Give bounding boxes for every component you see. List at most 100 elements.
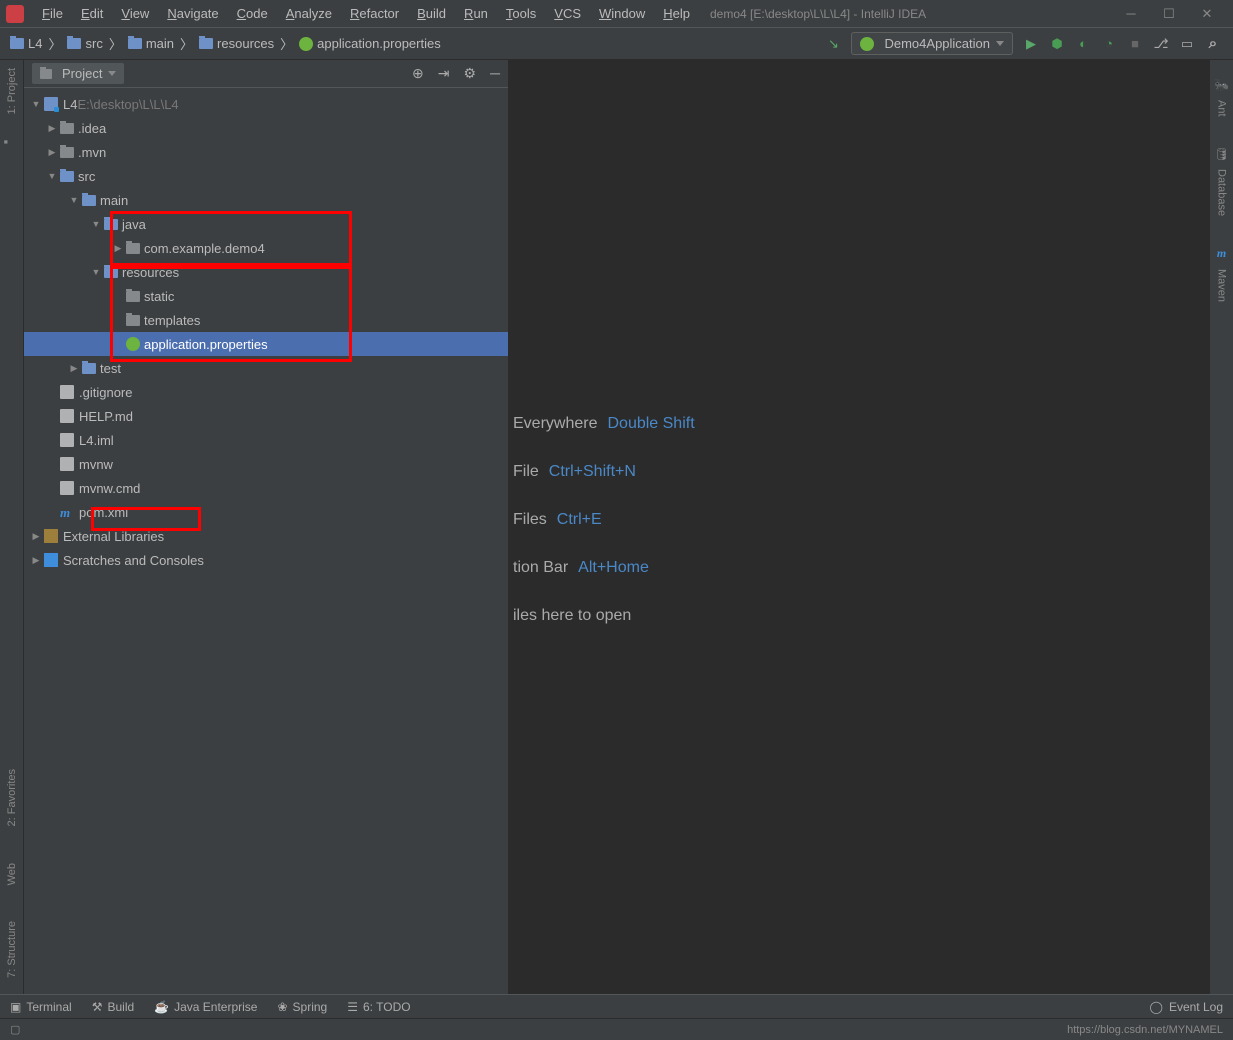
- gutter-project[interactable]: 1: Project: [6, 68, 18, 114]
- tree-item-mvnw-cmd[interactable]: mvnw.cmd: [24, 476, 508, 500]
- menu-file[interactable]: File: [34, 2, 71, 25]
- statusbar-Java-Enterprise[interactable]: ☕Java Enterprise: [154, 1000, 257, 1014]
- hide-icon[interactable]: ─: [490, 65, 500, 82]
- menu-navigate[interactable]: Navigate: [159, 2, 226, 25]
- arrow-icon[interactable]: [46, 386, 58, 398]
- crumb-L4[interactable]: L4: [6, 34, 46, 53]
- tree-item-L4-iml[interactable]: L4.iml: [24, 428, 508, 452]
- gutter-maven[interactable]: Maven: [1216, 269, 1228, 302]
- gutter-favorites[interactable]: 2: Favorites: [6, 769, 18, 826]
- menu-refactor[interactable]: Refactor: [342, 2, 407, 25]
- arrow-icon[interactable]: [46, 434, 58, 446]
- arrow-icon[interactable]: [46, 410, 58, 422]
- crumb-src[interactable]: src: [63, 34, 106, 53]
- tree-item-External-Libraries[interactable]: External Libraries: [24, 524, 508, 548]
- locate-icon[interactable]: ⊕: [412, 65, 424, 82]
- menu-run[interactable]: Run: [456, 2, 496, 25]
- statusbar-6-TODO[interactable]: ☰6: TODO: [347, 1000, 410, 1014]
- welcome-hint: EverywhereDouble Shift: [513, 407, 695, 441]
- arrow-icon[interactable]: [112, 338, 124, 350]
- tree-item-java[interactable]: java: [24, 212, 508, 236]
- menu-window[interactable]: Window: [591, 2, 653, 25]
- panel-title[interactable]: Project: [32, 63, 124, 84]
- run-config-label: Demo4Application: [884, 36, 990, 51]
- menu-vcs[interactable]: VCS: [546, 2, 589, 25]
- tree-item-main[interactable]: main: [24, 188, 508, 212]
- tree-item-pom-xml[interactable]: mpom.xml: [24, 500, 508, 524]
- vcs-icon[interactable]: ⎇: [1153, 36, 1169, 52]
- arrow-icon[interactable]: [90, 218, 102, 230]
- tree-item--gitignore[interactable]: .gitignore: [24, 380, 508, 404]
- gutter-database[interactable]: Database: [1216, 169, 1228, 216]
- tree-item-test[interactable]: test: [24, 356, 508, 380]
- statusbar-Spring[interactable]: ❀Spring: [277, 1000, 327, 1014]
- menu-help[interactable]: Help: [655, 2, 698, 25]
- menu-view[interactable]: View: [113, 2, 157, 25]
- tree-item-templates[interactable]: templates: [24, 308, 508, 332]
- arrow-icon[interactable]: [30, 98, 42, 110]
- run-coverage-button[interactable]: ◐: [1075, 36, 1091, 52]
- arrow-icon[interactable]: [68, 362, 80, 374]
- stop-button[interactable]: ■: [1127, 36, 1143, 52]
- tree-item-static[interactable]: static: [24, 284, 508, 308]
- crumb-resources[interactable]: resources: [195, 34, 278, 53]
- menu-tools[interactable]: Tools: [498, 2, 544, 25]
- tree-item--idea[interactable]: .idea: [24, 116, 508, 140]
- tree-item-com-example-demo4[interactable]: com.example.demo4: [24, 236, 508, 260]
- arrow-icon[interactable]: [46, 122, 58, 134]
- crumb-main[interactable]: main: [124, 34, 178, 53]
- module-icon: [10, 38, 24, 49]
- maven-icon: m: [1217, 246, 1226, 261]
- arrow-icon[interactable]: [46, 170, 58, 182]
- arrow-icon[interactable]: [30, 554, 42, 566]
- event-log[interactable]: ◯ Event Log: [1150, 1000, 1223, 1014]
- menu-edit[interactable]: Edit: [73, 2, 111, 25]
- collapse-icon[interactable]: ⇥: [438, 65, 450, 82]
- statusbar-Terminal[interactable]: ▣Terminal: [10, 1000, 72, 1014]
- run-config-dropdown[interactable]: Demo4Application: [851, 32, 1013, 55]
- scratch-icon: [44, 553, 58, 567]
- tree-item-src[interactable]: src: [24, 164, 508, 188]
- run-button[interactable]: ▶: [1023, 36, 1039, 52]
- arrow-icon[interactable]: [46, 506, 58, 518]
- arrow-icon[interactable]: [68, 194, 80, 206]
- project-tree[interactable]: L4 E:\desktop\L\L\L4.idea.mvnsrcmainjava…: [24, 88, 508, 994]
- crumb-application-properties[interactable]: application.properties: [295, 34, 445, 53]
- tree-item--mvn[interactable]: .mvn: [24, 140, 508, 164]
- statusbar-Build[interactable]: ⚒Build: [92, 1000, 134, 1014]
- close-button[interactable]: ✕: [1195, 2, 1219, 26]
- file-icon: [60, 481, 74, 495]
- ide-layout-icon[interactable]: ▭: [1179, 36, 1195, 52]
- arrow-icon[interactable]: [112, 290, 124, 302]
- menu-build[interactable]: Build: [409, 2, 454, 25]
- arrow-icon[interactable]: [46, 482, 58, 494]
- tree-item-HELP-md[interactable]: HELP.md: [24, 404, 508, 428]
- gutter-web[interactable]: Web: [6, 863, 18, 885]
- minimize-button[interactable]: ─: [1119, 2, 1143, 26]
- search-icon[interactable]: ⌕: [1205, 36, 1221, 52]
- arrow-icon[interactable]: [112, 314, 124, 326]
- arrow-icon[interactable]: [30, 530, 42, 542]
- tree-item-L4[interactable]: L4 E:\desktop\L\L\L4: [24, 92, 508, 116]
- tree-item-application-properties[interactable]: application.properties: [24, 332, 508, 356]
- spring-icon: [299, 37, 313, 51]
- menu-code[interactable]: Code: [229, 2, 276, 25]
- tree-item-resources[interactable]: resources: [24, 260, 508, 284]
- right-gutter: 🐜 Ant 🛢 Database m Maven: [1209, 60, 1233, 994]
- build-icon[interactable]: ↘: [825, 36, 841, 52]
- arrow-icon[interactable]: [46, 458, 58, 470]
- tree-item-mvnw[interactable]: mvnw: [24, 452, 508, 476]
- tree-item-Scratches-and-Consoles[interactable]: Scratches and Consoles: [24, 548, 508, 572]
- debug-button[interactable]: ⬢: [1049, 36, 1065, 52]
- arrow-icon[interactable]: [46, 146, 58, 158]
- gutter-structure[interactable]: 7: Structure: [6, 921, 18, 978]
- maximize-button[interactable]: ☐: [1157, 2, 1181, 26]
- gutter-ant[interactable]: Ant: [1216, 100, 1228, 117]
- spring-icon: [126, 337, 140, 351]
- status-bar-tools: ▣Terminal ⚒Build ☕Java Enterprise ❀Spring ☰6…: [10, 1000, 411, 1014]
- arrow-icon[interactable]: [112, 242, 124, 254]
- arrow-icon[interactable]: [90, 266, 102, 278]
- menu-analyze[interactable]: Analyze: [278, 2, 340, 25]
- profile-button[interactable]: ◔: [1101, 36, 1117, 52]
- gear-icon[interactable]: ⚙: [464, 65, 477, 82]
